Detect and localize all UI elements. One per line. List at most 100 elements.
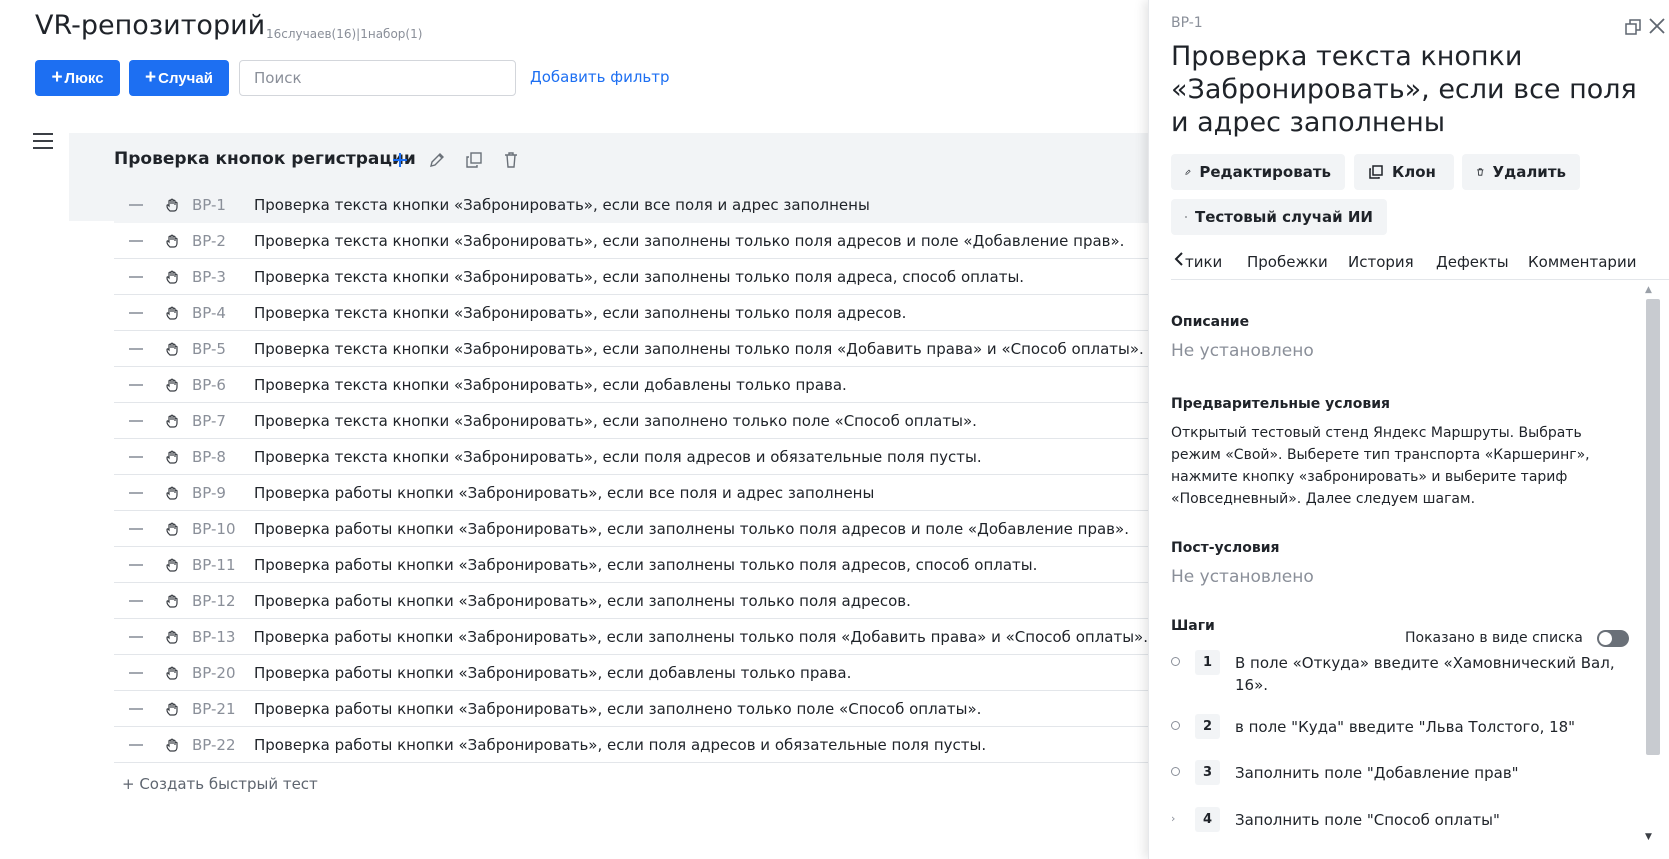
- expand-panel-icon[interactable]: [1624, 18, 1642, 36]
- delete-suite-icon[interactable]: [502, 151, 520, 169]
- panel-case-id: BP-1: [1171, 15, 1203, 31]
- step-bullet-icon: [1171, 721, 1181, 731]
- case-title: Проверка текста кнопки «Забронировать», …: [254, 339, 1144, 358]
- clone-case-button[interactable]: Клон: [1354, 154, 1454, 190]
- close-panel-icon[interactable]: [1647, 16, 1667, 36]
- drag-handle-icon[interactable]: [165, 305, 181, 321]
- add-case-button[interactable]: + Случай: [129, 60, 229, 96]
- delete-case-button[interactable]: Удалить: [1462, 154, 1580, 190]
- panel-tabs: тики Пробежки История Дефекты Комментари…: [1171, 246, 1669, 280]
- step-text: В поле «Откуда» введите «Хамовнический В…: [1235, 654, 1615, 694]
- drag-handle-icon[interactable]: [165, 233, 181, 249]
- row-select-dash-icon[interactable]: [129, 527, 143, 530]
- drag-handle-icon[interactable]: [165, 449, 181, 465]
- row-select-dash-icon[interactable]: [129, 311, 143, 314]
- tab-defects[interactable]: Дефекты: [1436, 253, 1509, 271]
- table-row[interactable]: BP-12 Проверка работы кнопки «Забронирова…: [114, 583, 1148, 619]
- tab-runs[interactable]: Пробежки: [1247, 253, 1328, 271]
- ai-test-case-label: Тестовый случай ИИ: [1194, 208, 1373, 226]
- table-row[interactable]: BP-11 Проверка работы кнопки «Забронирова…: [114, 547, 1148, 583]
- menu-icon[interactable]: [33, 133, 53, 149]
- row-select-dash-icon[interactable]: [129, 383, 143, 386]
- search-input[interactable]: [239, 60, 516, 96]
- case-id: BP-22: [192, 735, 236, 754]
- description-label: Описание: [1171, 314, 1250, 330]
- repository-main: VR-репозиторий 16случаев(16)|1набор(1) +…: [8, 0, 1148, 859]
- drag-handle-icon[interactable]: [165, 557, 181, 573]
- case-id: BP-8: [192, 447, 226, 466]
- copy-suite-icon[interactable]: [465, 151, 483, 169]
- tab-comments[interactable]: Комментарии: [1528, 253, 1636, 271]
- drag-handle-icon[interactable]: [165, 701, 181, 717]
- row-select-dash-icon[interactable]: [129, 491, 143, 494]
- case-title: Проверка работы кнопки «Забронировать», …: [254, 555, 1038, 574]
- pencil-icon: [1185, 169, 1191, 175]
- case-title: Проверка текста кнопки «Забронировать», …: [254, 375, 847, 394]
- row-select-dash-icon[interactable]: [129, 707, 143, 710]
- table-row[interactable]: BP-3 Проверка текста кнопки «Забронироват…: [114, 259, 1148, 295]
- drag-handle-icon[interactable]: [165, 197, 181, 213]
- drag-handle-icon[interactable]: [165, 341, 181, 357]
- case-id: BP-10: [192, 519, 236, 538]
- create-quick-test-link[interactable]: + Создать быстрый тест: [122, 775, 318, 793]
- row-select-dash-icon[interactable]: [129, 204, 143, 206]
- table-row[interactable]: BP-1 Проверка текста кнопки «Забронироват…: [114, 187, 1148, 223]
- chevron-right-icon[interactable]: ›: [1171, 813, 1181, 824]
- case-title: Проверка текста кнопки «Забронировать», …: [254, 196, 870, 214]
- row-select-dash-icon[interactable]: [129, 563, 143, 566]
- tab-metrics[interactable]: тики: [1185, 253, 1222, 271]
- ai-test-case-button[interactable]: Тестовый случай ИИ: [1171, 199, 1387, 235]
- row-select-dash-icon[interactable]: [129, 599, 143, 602]
- case-id: BP-4: [192, 303, 226, 322]
- tab-history[interactable]: История: [1348, 253, 1414, 271]
- drag-handle-icon[interactable]: [165, 485, 181, 501]
- row-select-dash-icon[interactable]: [129, 671, 143, 674]
- table-row[interactable]: BP-13 Проверка работы кнопки «Забронирова…: [114, 619, 1148, 655]
- postconditions-label: Пост-условия: [1171, 540, 1280, 556]
- description-value: Не установлено: [1171, 341, 1314, 361]
- row-select-dash-icon[interactable]: [129, 347, 143, 350]
- add-filter-link[interactable]: Добавить фильтр: [530, 68, 670, 86]
- table-row[interactable]: BP-10 Проверка работы кнопки «Забронирова…: [114, 511, 1148, 547]
- table-row[interactable]: BP-9 Проверка работы кнопки «Забронироват…: [114, 475, 1148, 511]
- drag-handle-icon[interactable]: [165, 521, 181, 537]
- case-title: Проверка работы кнопки «Забронировать», …: [254, 663, 852, 682]
- drag-handle-icon[interactable]: [165, 665, 181, 681]
- drag-handle-icon[interactable]: [165, 629, 181, 645]
- table-row[interactable]: BP-20 Проверка работы кнопки «Забронирова…: [114, 655, 1148, 691]
- drag-handle-icon[interactable]: [165, 269, 181, 285]
- table-row[interactable]: BP-5 Проверка текста кнопки «Забронироват…: [114, 331, 1148, 367]
- table-row[interactable]: BP-2 Проверка текста кнопки «Забронироват…: [114, 223, 1148, 259]
- table-row[interactable]: BP-7 Проверка текста кнопки «Забронироват…: [114, 403, 1148, 439]
- drag-handle-icon[interactable]: [165, 413, 181, 429]
- step-number: 1: [1195, 650, 1220, 675]
- table-row[interactable]: BP-21 Проверка работы кнопки «Забронирова…: [114, 691, 1148, 727]
- table-row[interactable]: BP-22 Проверка работы кнопки «Забронирова…: [114, 727, 1148, 763]
- table-row[interactable]: BP-6 Проверка текста кнопки «Забронироват…: [114, 367, 1148, 403]
- case-id: BP-3: [192, 267, 226, 286]
- row-select-dash-icon[interactable]: [129, 455, 143, 458]
- edit-case-label: Редактировать: [1199, 163, 1331, 181]
- trash-icon: [1477, 168, 1484, 176]
- add-suite-button[interactable]: + Люкс: [35, 60, 120, 96]
- edit-suite-icon[interactable]: [428, 151, 446, 169]
- list-view-toggle[interactable]: [1597, 630, 1629, 647]
- row-select-dash-icon[interactable]: [129, 635, 143, 638]
- drag-handle-icon[interactable]: [165, 377, 181, 393]
- add-case-to-suite-icon[interactable]: [391, 151, 409, 169]
- drag-handle-icon[interactable]: [165, 593, 181, 609]
- row-select-dash-icon[interactable]: [129, 239, 143, 242]
- plus-icon: +: [145, 67, 157, 88]
- row-select-dash-icon[interactable]: [129, 275, 143, 278]
- case-id: BP-9: [192, 483, 226, 502]
- edit-case-button[interactable]: Редактировать: [1171, 154, 1345, 190]
- scroll-down-arrow-icon[interactable]: ▼: [1645, 832, 1652, 842]
- drag-handle-icon[interactable]: [165, 737, 181, 753]
- case-id: BP-20: [192, 663, 236, 682]
- table-row[interactable]: BP-4 Проверка текста кнопки «Забронироват…: [114, 295, 1148, 331]
- table-row[interactable]: BP-8 Проверка текста кнопки «Забронироват…: [114, 439, 1148, 475]
- scrollbar-thumb[interactable]: [1646, 299, 1660, 755]
- row-select-dash-icon[interactable]: [129, 743, 143, 746]
- row-select-dash-icon[interactable]: [129, 419, 143, 422]
- scroll-up-arrow-icon[interactable]: ▲: [1645, 285, 1652, 295]
